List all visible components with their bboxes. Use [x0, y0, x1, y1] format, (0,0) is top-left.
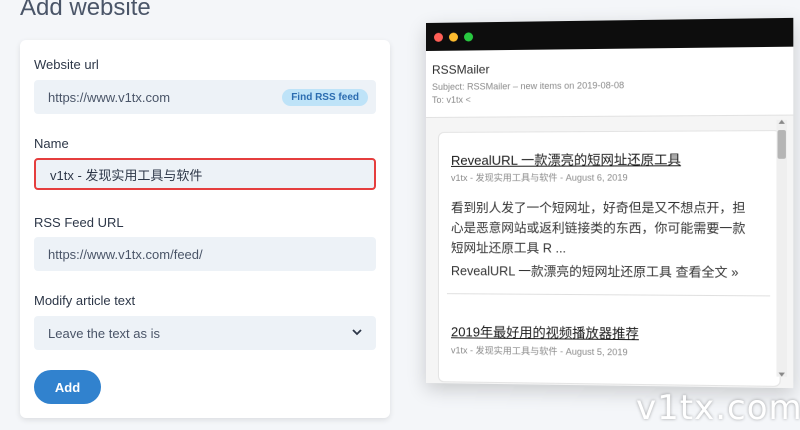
modify-article-text-select[interactable]: Leave the text as is: [34, 316, 376, 350]
maximize-window-icon[interactable]: [464, 31, 474, 42]
article-list: RevealURL 一款漂亮的短网址还原工具 v1tx - 发现实用工具与软件 …: [437, 130, 781, 387]
email-recipient: To: v1tx <: [431, 94, 471, 105]
name-value: v1tx - 发现实用工具与软件: [50, 167, 203, 183]
email-preview-window: RSSMailer Subject: RSSMailer – new items…: [426, 17, 794, 389]
email-sender: RSSMailer: [431, 62, 490, 77]
email-header: RSSMailer Subject: RSSMailer – new items…: [426, 46, 794, 118]
email-body: RevealURL 一款漂亮的短网址还原工具 v1tx - 发现实用工具与软件 …: [426, 115, 794, 389]
find-rss-feed-button[interactable]: Find RSS feed: [282, 89, 368, 106]
scroll-up-arrow-icon[interactable]: [778, 119, 785, 124]
website-url-field[interactable]: https://www.v1tx.com Find RSS feed: [34, 80, 376, 114]
watermark: v1tx.com: [636, 388, 800, 428]
rss-feed-url-field[interactable]: https://www.v1tx.com/feed/: [34, 237, 376, 271]
scrollbar-thumb[interactable]: [777, 130, 786, 159]
article-divider: [446, 293, 771, 297]
rss-feed-url-value: https://www.v1tx.com/feed/: [48, 246, 203, 262]
chevron-down-icon: [352, 329, 362, 336]
add-website-form: Website url https://www.v1tx.com Find RS…: [20, 40, 390, 418]
modify-article-text-value: Leave the text as is: [48, 325, 161, 341]
email-subject: Subject: RSSMailer – new items on 2019-0…: [431, 80, 625, 92]
email-scrollbar[interactable]: [776, 119, 787, 377]
website-url-label: Website url: [34, 57, 99, 72]
page-title: Add website: [20, 0, 151, 21]
name-field[interactable]: v1tx - 发现实用工具与软件: [34, 158, 376, 190]
article-title-link[interactable]: RevealURL 一款漂亮的短网址还原工具: [451, 149, 681, 169]
minimize-window-icon[interactable]: [448, 32, 459, 42]
article-meta: v1tx - 发现实用工具与软件 - August 6, 2019: [450, 172, 628, 183]
article-title-link[interactable]: 2019年最好用的视频播放器推荐: [451, 321, 639, 342]
scroll-down-arrow-icon[interactable]: [778, 372, 785, 377]
modify-article-text-label: Modify article text: [34, 293, 136, 308]
add-button[interactable]: Add: [34, 370, 101, 404]
read-more-link[interactable]: RevealURL 一款漂亮的短网址还原工具 查看全文 »: [451, 260, 739, 281]
close-window-icon[interactable]: [433, 32, 443, 42]
window-titlebar: [426, 17, 794, 52]
rss-feed-url-label: RSS Feed URL: [34, 215, 124, 230]
article-meta: v1tx - 发现实用工具与软件 - August 5, 2019: [450, 345, 628, 358]
name-label: Name: [34, 136, 69, 151]
article-excerpt: 看到别人发了一个短网址，好奇但是又不想点开，担心是恶意网站或返利链接类的东西，你…: [450, 200, 746, 256]
website-url-value: https://www.v1tx.com: [48, 89, 171, 105]
